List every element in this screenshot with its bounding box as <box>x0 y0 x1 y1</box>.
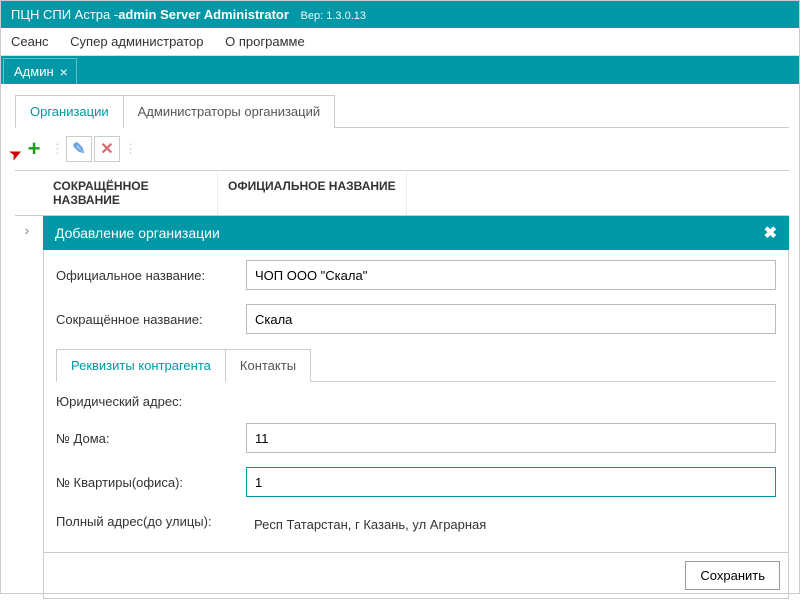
panel-header: Добавление организации ✖ <box>43 216 789 250</box>
menu-superadmin[interactable]: Супер администратор <box>70 34 203 49</box>
grid-header: СОКРАЩЁННОЕ НАЗВАНИЕ ОФИЦИАЛЬНОЕ НАЗВАНИ… <box>15 170 789 216</box>
col-official-name[interactable]: ОФИЦИАЛЬНОЕ НАЗВАНИЕ <box>218 171 407 215</box>
plus-icon: + <box>28 136 41 162</box>
short-name-label: Сокращённое название: <box>56 312 246 327</box>
apartment-input[interactable] <box>246 467 776 497</box>
row-expander[interactable]: › <box>15 222 39 238</box>
inner-tab-bar: Реквизиты контрагента Контакты <box>56 348 776 382</box>
app-title-prefix: ПЦН СПИ Астра - <box>11 7 118 22</box>
close-icon[interactable]: × <box>60 65 68 79</box>
house-input[interactable] <box>246 423 776 453</box>
doctab-admin[interactable]: Админ × <box>3 58 77 84</box>
short-name-input[interactable] <box>246 304 776 334</box>
x-icon: ✕ <box>100 139 113 159</box>
save-button[interactable]: Сохранить <box>685 561 780 590</box>
subtab-bar: Организации Администраторы организаций <box>15 94 789 128</box>
panel-title: Добавление организации <box>55 225 220 241</box>
app-title-suffix: admin Server Administrator <box>118 7 289 22</box>
official-name-label: Официальное название: <box>56 268 246 283</box>
chevron-right-icon: › <box>25 222 30 238</box>
legal-address-label: Юридический адрес: <box>56 394 246 409</box>
col-short-name[interactable]: СОКРАЩЁННОЕ НАЗВАНИЕ <box>43 171 218 215</box>
toolbar: ➤ + ⋮ ✎ ✕ ⋮ <box>15 132 789 166</box>
edit-button[interactable]: ✎ <box>66 136 92 162</box>
tab-org-admins[interactable]: Администраторы организаций <box>123 95 336 128</box>
close-icon[interactable]: ✖ <box>764 223 777 243</box>
official-name-input[interactable] <box>246 260 776 290</box>
document-tabs: Админ × <box>1 56 799 84</box>
delete-button[interactable]: ✕ <box>94 136 120 162</box>
toolbar-separator: ⋮ <box>51 141 64 157</box>
button-row: Сохранить <box>43 553 789 599</box>
tab-requisites[interactable]: Реквизиты контрагента <box>56 349 226 382</box>
apartment-label: № Квартиры(офиса): <box>56 475 246 490</box>
menu-about[interactable]: О программе <box>225 34 305 49</box>
doctab-label: Админ <box>14 64 54 79</box>
full-address-value: Респ Татарстан, г Казань, ул Аграрная <box>246 511 486 532</box>
tab-organizations[interactable]: Организации <box>15 95 124 128</box>
menubar: Сеанс Супер администратор О программе <box>1 28 799 56</box>
menu-session[interactable]: Сеанс <box>11 34 49 49</box>
tab-contacts[interactable]: Контакты <box>225 349 311 382</box>
toolbar-separator: ⋮ <box>124 141 137 157</box>
pencil-icon: ✎ <box>72 139 85 159</box>
full-address-label: Полный адрес(до улицы): <box>56 514 246 529</box>
version-label: Вер: 1.3.0.13 <box>301 10 366 22</box>
titlebar: ПЦН СПИ Астра -admin Server Administrato… <box>1 1 799 28</box>
house-label: № Дома: <box>56 431 246 446</box>
